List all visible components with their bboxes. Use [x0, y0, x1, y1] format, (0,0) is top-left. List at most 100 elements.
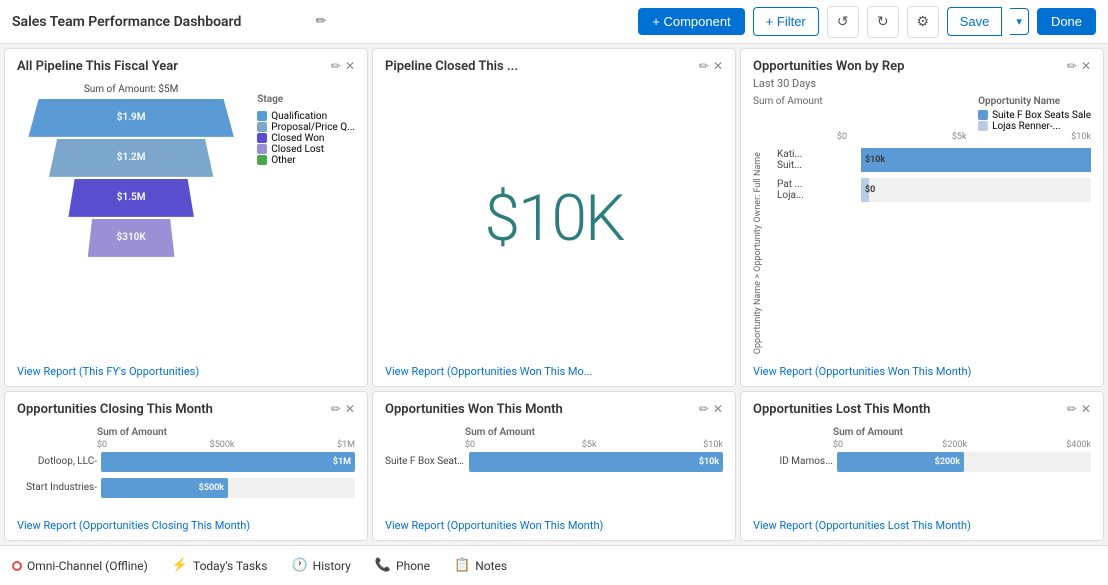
save-button[interactable]: Save — [947, 7, 1003, 36]
bar-row-1: Start Industries- $500k — [17, 478, 355, 498]
pipeline-fiscal-view-report[interactable]: View Report (This FY's Opportunities) — [17, 365, 199, 378]
close-widget-icon-6[interactable]: ✕ — [1081, 402, 1091, 416]
close-widget-icon-5[interactable]: ✕ — [713, 402, 723, 416]
lost-axis-label: Sum of Amount — [753, 427, 1091, 438]
close-widget-icon-4[interactable]: ✕ — [345, 402, 355, 416]
legend-item-3: Closed Lost — [257, 144, 355, 155]
edit-widget-icon-5[interactable]: ✏ — [699, 402, 709, 416]
omni-channel-label: Omni-Channel (Offline) — [27, 559, 148, 573]
history-label: History — [313, 559, 351, 573]
lost-axis-tick: $400k — [1066, 440, 1091, 450]
opp-lost-title: Opportunities Lost This Month — [753, 402, 930, 419]
component-button[interactable]: + Component — [638, 8, 744, 35]
opp-closing-view-report[interactable]: View Report (Opportunities Closing This … — [17, 519, 250, 532]
todays-tasks-item[interactable]: ⚡ Today's Tasks — [172, 558, 268, 573]
pipeline-closed-big-number: $10K — [385, 80, 723, 358]
bar-chart-won-month: Sum of Amount $0$5k$10k Suite F Box Seats… — [385, 427, 723, 512]
opp-won-rep-view-report[interactable]: View Report (Opportunities Won This Mont… — [753, 365, 971, 378]
won-bar-row-1: Pat ... Loja... $0 — [777, 178, 1091, 202]
opp-lost-view-report[interactable]: View Report (Opportunities Lost This Mon… — [753, 519, 971, 532]
won-name-cols-0: Kati... Suit... — [777, 149, 857, 171]
edit-widget-icon[interactable]: ✏ — [331, 59, 341, 73]
opp-won-month-view-report[interactable]: View Report (Opportunities Won This Mont… — [385, 519, 603, 532]
won-axis-tick: $10k — [1071, 132, 1091, 142]
legend-item-0: Qualification — [257, 111, 355, 122]
widget-actions-2: ✏ ✕ — [699, 59, 723, 73]
filter-button[interactable]: + Filter — [753, 7, 819, 36]
closing-axis-label: Sum of Amount — [17, 427, 355, 438]
redo-button[interactable]: ↻ — [867, 6, 899, 38]
bar-track-0: $10k — [469, 452, 723, 472]
widget-header-5: Opportunities Won This Month ✏ ✕ — [385, 402, 723, 419]
close-widget-icon-2[interactable]: ✕ — [713, 59, 723, 73]
bar-track-0: $1M — [101, 452, 355, 472]
bar-fill-0: $1M — [101, 452, 355, 472]
widget-footer-4: View Report (Opportunities Closing This … — [17, 512, 355, 532]
omni-channel-item[interactable]: Omni-Channel (Offline) — [12, 559, 148, 573]
settings-button[interactable]: ⚙ — [907, 6, 939, 38]
done-button[interactable]: Done — [1037, 8, 1096, 35]
bar-label-0: Dotloop, LLC- — [17, 456, 97, 467]
won-legend-item-1: Lojas Renner-... — [978, 121, 1091, 132]
bar-row-0: ID Mamos... $200k — [753, 452, 1091, 472]
lost-bars: ID Mamos... $200k — [753, 452, 1091, 478]
dashboard-title: Sales Team Performance Dashboard — [12, 14, 308, 30]
edit-widget-icon-4[interactable]: ✏ — [331, 402, 341, 416]
widget-header-6: Opportunities Lost This Month ✏ ✕ — [753, 402, 1091, 419]
opp-won-month-widget: Opportunities Won This Month ✏ ✕ Sum of … — [372, 391, 736, 541]
history-item[interactable]: 🕐 History — [291, 558, 350, 573]
closing-axis-tick: $1M — [337, 440, 355, 450]
funnel-sum-label: Sum of Amount: $5M — [84, 84, 179, 95]
won-bar-row-0: Kati... Suit... $10k — [777, 148, 1091, 172]
won-name-cols-1: Pat ... Loja... — [777, 179, 857, 201]
won-y-label: Opportunity Name > Opportunity Owner: Fu… — [753, 148, 773, 358]
widget-actions: ✏ ✕ — [331, 59, 355, 73]
won-month-axis: $0$5k$10k — [385, 440, 723, 450]
won-month-axis-label: Sum of Amount — [385, 427, 723, 438]
won-bar-track-1: $0 — [861, 178, 1091, 202]
opp-won-rep-subtitle: Last 30 Days — [753, 77, 904, 90]
pipeline-closed-view-report[interactable]: View Report (Opportunities Won This Mo..… — [385, 365, 593, 378]
opp-won-month-title: Opportunities Won This Month — [385, 402, 563, 419]
undo-button[interactable]: ↺ — [827, 6, 859, 38]
funnel-legend-items: QualificationProposal/Price Q...Closed W… — [257, 111, 355, 166]
notes-item[interactable]: 📋 Notes — [454, 558, 507, 573]
widget-footer-3: View Report (Opportunities Won This Mont… — [753, 358, 1091, 378]
lightning-icon: ⚡ — [172, 558, 188, 573]
edit-widget-icon-3[interactable]: ✏ — [1067, 59, 1077, 73]
pipeline-fiscal-widget: All Pipeline This Fiscal Year ✏ ✕ Sum of… — [4, 48, 368, 387]
bar-label-0: ID Mamos... — [753, 456, 833, 467]
edit-widget-icon-6[interactable]: ✏ — [1067, 402, 1077, 416]
funnel-segment-1: $1.2M — [49, 139, 213, 177]
won-bar-fill-0: $10k — [861, 148, 1091, 172]
won-legend-item-0: Suite F Box Seats Sale — [978, 110, 1091, 121]
funnel-chart: Sum of Amount: $5M $1.9M$1.2M$1.5M$310K — [17, 84, 245, 257]
lost-axis-tick: $200k — [942, 440, 967, 450]
bar-row-0: Suite F Box Seats... $10k — [385, 452, 723, 472]
close-widget-icon-3[interactable]: ✕ — [1081, 59, 1091, 73]
opp-won-rep-title: Opportunities Won by Rep — [753, 59, 904, 74]
won-bar-fill-1: $0 — [861, 178, 869, 202]
bar-chart-closing: Sum of Amount $0 $500k $1M Dotloop, LLC- $1… — [17, 427, 355, 512]
closing-axis-tick: $0 — [97, 440, 107, 450]
widget-actions-6: ✏ ✕ — [1067, 402, 1091, 416]
won-axis-tick: $0 — [837, 132, 847, 142]
opp-won-rep-widget: Opportunities Won by Rep Last 30 Days ✏ … — [740, 48, 1104, 387]
settings-icon: ⚙ — [916, 14, 929, 30]
funnel-legend: Stage QualificationProposal/Price Q...Cl… — [257, 84, 355, 166]
bar-track-0: $200k — [837, 452, 1091, 472]
phone-icon: 📞 — [375, 558, 391, 573]
closing-axis-tick: $500k — [210, 440, 235, 450]
close-widget-icon[interactable]: ✕ — [345, 59, 355, 73]
edit-icon[interactable]: ✏ — [316, 14, 327, 29]
won-axis-label: Sum of Amount — [753, 96, 823, 107]
edit-widget-icon-2[interactable]: ✏ — [699, 59, 709, 73]
funnel-segment-2: $1.5M — [68, 179, 194, 217]
won-by-rep-chart: Sum of Amount Opportunity Name Suite F B… — [753, 96, 1091, 358]
pipeline-fiscal-title: All Pipeline This Fiscal Year — [17, 59, 178, 76]
undo-icon: ↺ — [837, 14, 849, 30]
widget-actions-3: ✏ ✕ — [1067, 59, 1091, 73]
save-dropdown-button[interactable]: ▾ — [1010, 8, 1029, 35]
widget-actions-5: ✏ ✕ — [699, 402, 723, 416]
phone-item[interactable]: 📞 Phone — [375, 558, 430, 573]
